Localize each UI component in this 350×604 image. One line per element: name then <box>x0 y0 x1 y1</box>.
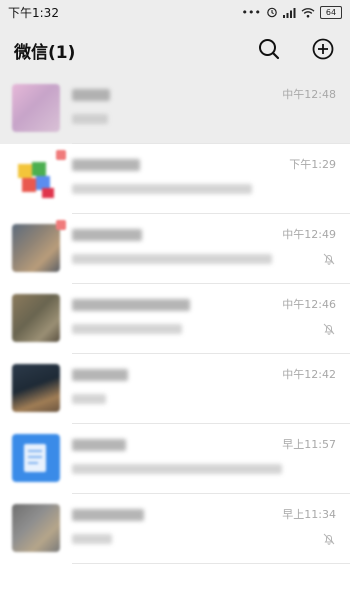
chat-time: 中午12:46 <box>282 298 336 311</box>
status-icons: ••• 64 <box>242 4 342 20</box>
chat-preview <box>72 254 272 264</box>
chat-row-pinned[interactable]: 中午12:48 <box>0 74 350 144</box>
wifi-icon <box>301 7 315 17</box>
mute-bell-icon <box>323 253 335 265</box>
status-time: 下午1:32 <box>8 6 59 20</box>
chat-row-partial[interactable] <box>0 564 350 604</box>
chat-row[interactable]: 中午12:46 <box>0 284 350 354</box>
chat-time: 中午12:42 <box>282 368 336 381</box>
unread-badge <box>56 220 66 230</box>
chat-row[interactable]: 中午12:49 <box>0 214 350 284</box>
mute-bell-icon <box>323 533 335 545</box>
chat-name <box>72 89 110 101</box>
chat-preview <box>72 324 182 334</box>
chat-name <box>72 369 128 381</box>
chat-name <box>72 509 144 521</box>
chat-preview <box>72 394 106 404</box>
avatar <box>12 224 60 272</box>
search-icon <box>259 39 280 60</box>
chat-preview <box>72 534 112 544</box>
chat-time: 中午12:48 <box>282 88 336 101</box>
unread-badge <box>56 150 66 160</box>
avatar <box>12 84 60 132</box>
alarm-icon <box>267 7 277 18</box>
add-circle-icon <box>312 38 334 60</box>
add-button[interactable] <box>308 34 338 64</box>
avatar <box>12 434 60 482</box>
chat-name <box>72 439 126 451</box>
chat-preview <box>72 184 252 194</box>
signal-icon <box>283 7 296 18</box>
chat-time: 下午1:29 <box>289 158 336 171</box>
avatar <box>12 364 60 412</box>
chat-name <box>72 159 140 171</box>
chat-row[interactable]: 中午12:42 <box>0 354 350 424</box>
chat-preview <box>72 464 282 474</box>
status-bar: 下午1:32 ••• 64 <box>0 0 350 24</box>
avatar <box>12 154 60 202</box>
battery-icon: 64 <box>320 5 342 19</box>
avatar <box>12 294 60 342</box>
avatar <box>12 504 60 552</box>
page-title: 微信(1) <box>14 43 76 63</box>
chat-time: 中午12:49 <box>282 228 336 241</box>
app-header: 微信(1) <box>0 24 350 74</box>
chat-name <box>72 299 190 311</box>
chat-row[interactable]: 下午1:29 <box>0 144 350 214</box>
chat-time: 早上11:57 <box>282 438 336 451</box>
dots-icon: ••• <box>241 5 261 19</box>
chat-preview <box>72 114 108 124</box>
chat-row[interactable]: 早上11:34 <box>0 494 350 564</box>
chat-row[interactable]: 早上11:57 <box>0 424 350 494</box>
chat-time: 早上11:34 <box>282 508 336 521</box>
mute-bell-icon <box>323 323 335 335</box>
search-button[interactable] <box>254 34 284 64</box>
chat-name <box>72 229 142 241</box>
